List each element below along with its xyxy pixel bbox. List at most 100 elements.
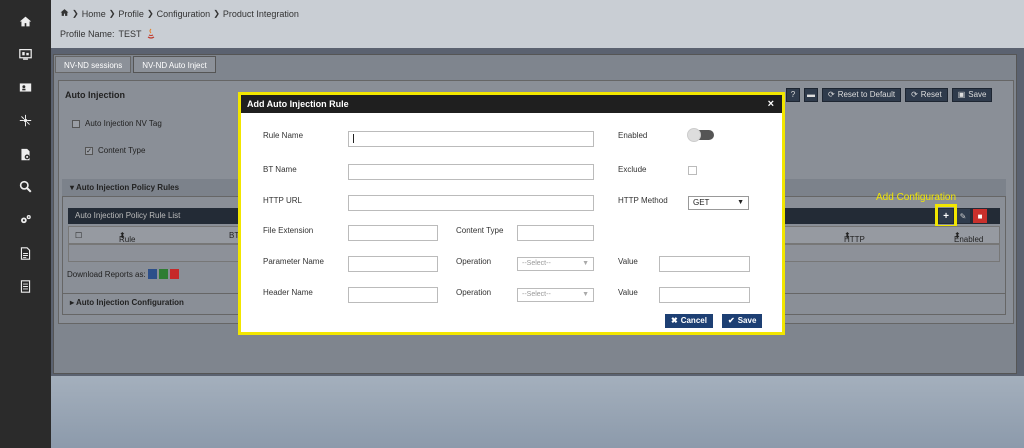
parameter-operation-select[interactable]: --Select-- ▼ [517,257,594,271]
gears-icon[interactable] [16,210,34,228]
cancel-button[interactable]: ✖ Cancel [665,314,713,328]
content-type-checkbox-row[interactable]: ✓ Content Type [85,146,145,155]
dialog-title: Add Auto Injection Rule [247,99,349,109]
bt-name-label: BT Name [263,165,297,174]
exclude-label: Exclude [618,165,647,174]
trash-icon: ■ [977,211,983,221]
header-name-label: Header Name [263,288,313,297]
pencil-icon: ✎ [959,211,967,221]
excel-icon[interactable] [158,269,168,279]
column-enabled[interactable]: Enabled ⬍ [954,231,983,244]
open-folder-button[interactable]: ▬ [804,88,818,102]
reset-button[interactable]: ⟳ Reset [905,88,948,102]
content-type-label: Content Type [98,146,146,155]
reset-to-default-label: Reset to Default [837,90,896,99]
nv-tag-checkbox-row[interactable]: Auto Injection NV Tag [72,119,162,128]
select-all-checkbox[interactable]: ☐ [75,231,82,240]
parameter-value-label: Value [618,257,638,266]
header-name-input[interactable] [348,287,438,303]
profile-name-value: TEST [118,29,142,39]
http-method-value: GET [693,198,710,207]
injection-config-title: Auto Injection Configuration [75,298,184,307]
save-toolbar-button[interactable]: ▣ Save [951,88,993,102]
chevron-right-icon: ❯ [213,9,220,18]
check-icon: ✔ [728,316,735,325]
text-cursor [353,134,354,143]
tab-nv-nd-sessions[interactable]: NV-ND sessions [55,56,132,73]
breadcrumb-configuration[interactable]: Configuration [157,9,211,19]
save-label: Save [968,90,987,99]
profile-name-label: Profile Name: [60,29,115,39]
parameter-name-label: Parameter Name [263,257,324,266]
word-icon[interactable] [147,269,157,279]
java-icon [147,28,154,39]
report-icon[interactable] [16,244,34,262]
exclude-checkbox[interactable] [688,166,697,175]
panel-toolbar: ? ▬ ⟳ Reset to Default ⟳ Reset ▣ Save [786,88,993,102]
caret-down-icon: ▼ [582,291,589,298]
edit-rule-button[interactable]: ✎ [956,209,970,223]
checklist-icon[interactable] [16,277,34,295]
close-icon: ✖ [671,316,678,325]
download-reports: Download Reports as: [67,269,179,279]
chevron-right-icon: ❯ [146,9,154,18]
reset-to-default-button[interactable]: ⟳ Reset to Default [822,88,902,102]
file-extension-input[interactable] [348,225,438,241]
section-title: Auto Injection [65,90,125,100]
nv-tag-checkbox[interactable] [72,119,80,128]
save-button[interactable]: ✔ Save [722,314,763,328]
rule-name-input[interactable] [348,131,594,147]
header-operation-select[interactable]: --Select-- ▼ [517,288,594,302]
dashboard-icon[interactable] [16,45,34,63]
home-breadcrumb-icon[interactable] [60,8,69,19]
add-rule-dialog: Add Auto Injection Rule × Rule Name Enab… [238,92,785,335]
floppy-icon: ▣ [957,90,966,99]
pdf-icon[interactable] [169,269,179,279]
enabled-label: Enabled [618,131,648,140]
http-method-label: HTTP Method [618,196,668,205]
http-url-label: HTTP URL [263,196,302,205]
column-http-header[interactable]: HTTP Header ⬍ [844,231,870,253]
policy-rules-title: Auto Injection Policy Rules [75,183,180,192]
content-type-checkbox[interactable]: ✓ [85,146,93,155]
breadcrumb-profile[interactable]: Profile [118,9,144,19]
save-dialog-label: Save [737,316,757,325]
delete-rule-button[interactable]: ■ [973,209,987,223]
parameter-value-input[interactable] [659,256,750,272]
header-value-input[interactable] [659,287,750,303]
add-configuration-annotation: Add Configuration [876,192,957,203]
parameter-name-input[interactable] [348,256,438,272]
parameter-operation-label: Operation [456,257,492,266]
help-icon: ? [790,90,796,99]
http-method-select[interactable]: GET ▼ [688,196,749,210]
search-icon[interactable] [16,177,34,195]
refresh-icon: ⟳ [911,90,918,99]
content-type-input[interactable] [517,225,594,241]
tab-nv-nd-auto-inject[interactable]: NV-ND Auto Inject [133,56,216,73]
profile-card-icon[interactable] [16,78,34,96]
content-type-field-label: Content Type [456,226,504,235]
refresh-icon: ⟳ [828,90,835,99]
chevron-right-icon: ❯ [108,9,116,18]
breadcrumb-product-integration: Product Integration [222,8,299,19]
breadcrumb: ❯ Home ❯ Profile ❯ Configuration ❯ Produ… [60,8,299,19]
home-icon[interactable] [16,12,34,30]
network-icon[interactable] [16,111,34,129]
breadcrumb-home[interactable]: Home [82,9,106,19]
header-operation-label: Operation [456,288,492,297]
document-settings-icon[interactable] [16,145,34,163]
http-url-input[interactable] [348,195,594,211]
header-operation-placeholder: --Select-- [522,291,551,298]
caret-down-icon: ▼ [737,199,744,206]
sidebar [0,0,51,448]
nv-tag-label: Auto Injection NV Tag [85,119,162,128]
column-rule-name[interactable]: Rule Name ⬍ [119,231,140,253]
file-extension-label: File Extension [263,226,314,235]
rule-list-title: Auto Injection Policy Rule List [75,211,181,220]
tab-bar: NV-ND sessions NV-ND Auto Inject [55,56,216,73]
folder-icon: ▬ [807,90,815,99]
enabled-toggle[interactable] [687,128,714,142]
bt-name-input[interactable] [348,164,594,180]
help-button[interactable]: ? [786,88,800,102]
close-icon[interactable]: × [768,95,774,113]
